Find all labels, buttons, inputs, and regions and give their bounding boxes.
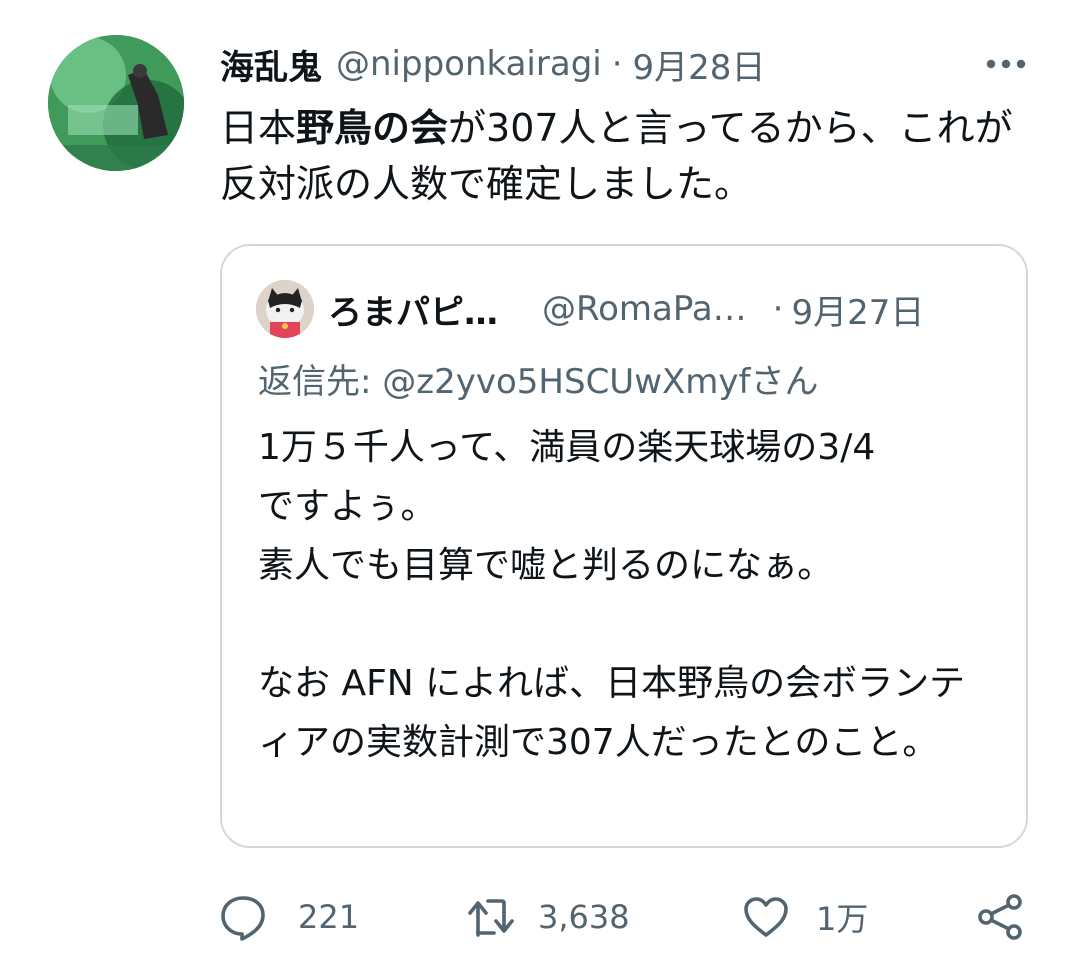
tweet-actions: 221 3,638 1万: [218, 890, 1038, 944]
tweet-timestamp[interactable]: 9月28日: [633, 40, 766, 89]
quoted-tweet-timestamp[interactable]: 9月27日: [791, 285, 924, 334]
retweet-icon: [466, 895, 516, 939]
quoted-author-avatar[interactable]: [256, 280, 314, 338]
quoted-author-display-name[interactable]: ろまパピ…: [328, 285, 498, 334]
quoted-separator-dot: ·: [772, 289, 784, 329]
quoted-tweet-text: 1万５千人って、満員の楽天球場の3/4 ですよぅ。 素人でも目算で嘘と判るのにな…: [258, 418, 998, 772]
author-display-name[interactable]: 海乱鬼: [220, 40, 322, 89]
tweet-header: 海乱鬼 @nipponkairagi · 9月28日: [220, 36, 765, 92]
reply-bubble-icon: [218, 893, 268, 941]
reply-count: 221: [298, 898, 360, 936]
quoted-text-paragraph: 1万５千人って、満員の楽天球場の3/4 ですよぅ。 素人でも目算で嘘と判るのにな…: [258, 427, 876, 586]
more-horizontal-icon[interactable]: [984, 46, 1028, 82]
quoted-text-paragraph: なお AFN によれば、日本野鳥の会ボランティアの実数計測で307人だったとのこ…: [258, 663, 966, 763]
like-count: 1万: [816, 900, 869, 938]
author-avatar[interactable]: [48, 35, 184, 171]
quoted-tweet-header: ろまパピ… @RomaPa… · 9月27日: [328, 282, 996, 336]
share-icon: [976, 893, 1026, 941]
quoted-author-handle[interactable]: @RomaPa…: [542, 289, 747, 329]
separator-dot: ·: [611, 44, 623, 84]
reply-button[interactable]: 221: [218, 890, 359, 944]
like-button[interactable]: 1万: [742, 890, 868, 944]
heart-icon: [742, 895, 790, 939]
tweet[interactable]: 海乱鬼 @nipponkairagi · 9月28日 日本野鳥の会が307人と言…: [0, 0, 1080, 974]
tweet-text-bold: 野鳥の会: [296, 106, 449, 150]
reply-to-label: 返信先: @z2yvo5HSCUwXmyfさん: [258, 362, 819, 402]
tweet-text: 日本野鳥の会が307人と言ってるから、これが反対派の人数で確定しました。: [220, 100, 1020, 212]
author-handle[interactable]: @nipponkairagi: [336, 44, 602, 84]
retweet-count: 3,638: [538, 898, 630, 936]
retweet-button[interactable]: 3,638: [466, 890, 630, 944]
quoted-tweet[interactable]: ろまパピ… @RomaPa… · 9月27日 返信先: @z2yvo5HSCUw…: [220, 244, 1028, 848]
tweet-text-start: 日本: [220, 106, 297, 150]
share-button[interactable]: [976, 890, 1026, 944]
